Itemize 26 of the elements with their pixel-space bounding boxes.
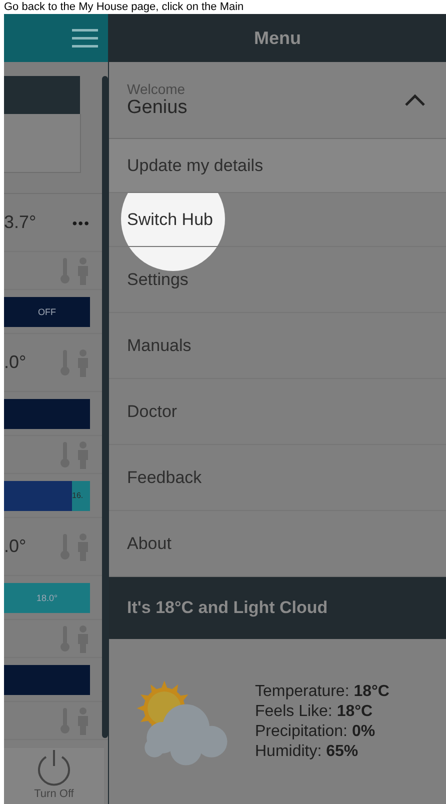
zone-mode-bar[interactable]	[4, 398, 90, 428]
menu-item[interactable]: Settings	[109, 247, 446, 313]
temperature-reading: .0°	[4, 352, 28, 373]
zone-mode-bar[interactable]: 18.0°	[4, 582, 90, 612]
weather-detail: Temperature: 18°C	[255, 682, 390, 700]
menu-item[interactable]: Update my details	[109, 139, 446, 193]
menu-item[interactable]: Switch Hub	[109, 193, 446, 247]
turn-off-label: Turn Off	[34, 788, 74, 800]
setpoint-tag: 16.	[72, 480, 90, 510]
weather-headline: It's 18°C and Light Cloud	[127, 598, 328, 618]
weather-detail: Feels Like: 18°C	[255, 702, 374, 720]
zone-mode-bar[interactable]	[4, 480, 72, 510]
user-name: Genius	[127, 97, 188, 119]
weather-detail: Humidity: 65%	[255, 742, 360, 760]
menu-item[interactable]: Feedback	[109, 445, 446, 511]
weather-detail: Precipitation: 0%	[255, 722, 376, 740]
zone-mode-bar[interactable]	[4, 664, 90, 694]
menu-title: Menu	[254, 28, 301, 48]
zone-mode-bar[interactable]: OFF	[4, 296, 90, 326]
temperature-reading: 3.7°	[4, 212, 38, 233]
menu-icon[interactable]	[72, 28, 98, 48]
menu-item[interactable]: Doctor	[109, 379, 446, 445]
more-options[interactable]: •••	[72, 214, 90, 230]
temperature-reading: .0°	[4, 536, 28, 557]
menu-item[interactable]: Manuals	[109, 313, 446, 379]
turn-off-button[interactable]: Turn Off	[4, 748, 104, 804]
